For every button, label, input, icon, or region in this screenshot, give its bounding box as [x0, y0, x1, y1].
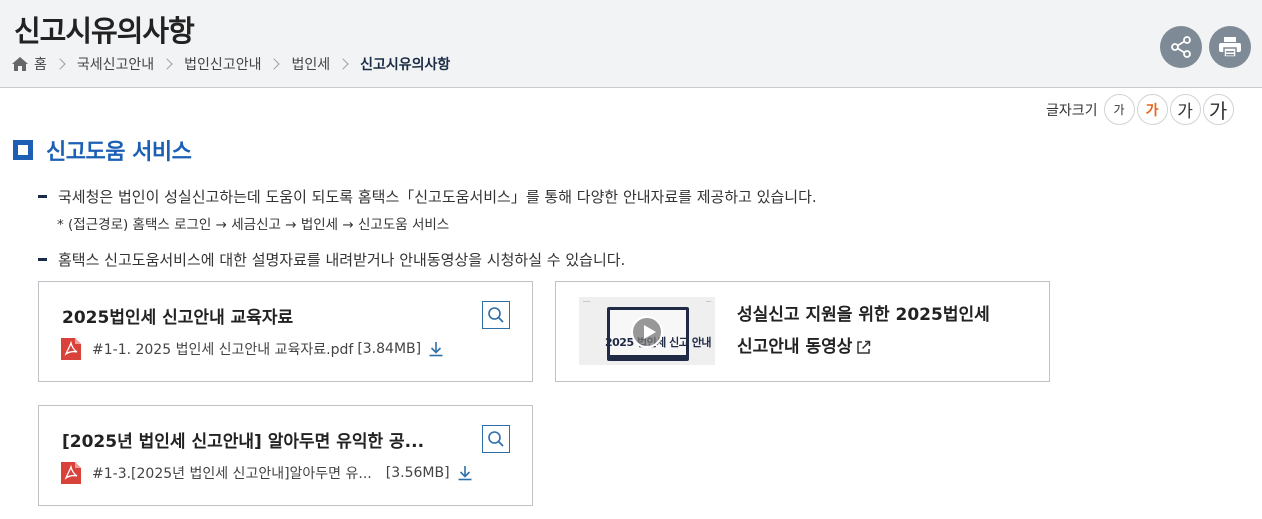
- chevron-right-icon: [161, 58, 173, 70]
- zoom-icon: [488, 307, 504, 323]
- list-item: 홈택스 신고도움서비스에 대한 설명자료를 내려받거나 안내동영상을 시청하실 …: [38, 249, 625, 270]
- breadcrumb-item[interactable]: 법인세: [291, 54, 330, 74]
- video-thumbnail[interactable]: ───── 2025 법인세 신고 안내: [579, 297, 715, 365]
- video-title-line1: 성실신고 지원을 위한 2025법인세: [737, 305, 990, 325]
- zoom-icon: [488, 431, 504, 447]
- thumbnail-header: ─── ──: [583, 299, 711, 304]
- share-icon: [1171, 36, 1191, 58]
- card-title: [2025년 법인세 신고안내] 알아두면 유익한 공...: [62, 432, 425, 452]
- preview-button[interactable]: [482, 425, 510, 453]
- font-size-label: 글자크기: [1046, 102, 1098, 119]
- preview-button[interactable]: [482, 301, 510, 329]
- list-item: 국세청은 법인이 성실신고하는데 도움이 되도록 홈택스「신고도움서비스」를 통…: [38, 186, 817, 207]
- download-icon[interactable]: [428, 341, 444, 357]
- bullet-dash: [38, 258, 47, 261]
- font-size-smallest-button[interactable]: 가: [1103, 94, 1135, 125]
- chevron-right-icon: [54, 58, 66, 70]
- print-icon: [1219, 37, 1241, 57]
- font-size-control: 글자크기 가 가 가 가: [1046, 94, 1234, 125]
- access-path-note: * (접근경로) 홈택스 로그인 → 세금신고 → 법인세 → 신고도움 서비스: [57, 217, 450, 233]
- play-icon[interactable]: [631, 316, 663, 348]
- video-title-link[interactable]: 성실신고 지원을 위한 2025법인세 신고안내 동영상: [737, 299, 990, 363]
- video-title-line2-wrap: 신고안내 동영상: [737, 331, 990, 363]
- breadcrumb-item[interactable]: 법인신고안내: [184, 54, 261, 74]
- breadcrumb-home[interactable]: 홈: [12, 54, 47, 74]
- card-title: 2025법인세 신고안내 교육자료: [62, 308, 294, 328]
- pdf-icon: [61, 338, 81, 360]
- breadcrumb: 홈 국세신고안내 법인신고안내 법인세 신고시유의사항: [12, 54, 450, 74]
- chevron-right-icon: [337, 58, 349, 70]
- file-row: #1-1. 2025 법인세 신고안내 교육자료.pdf [3.84MB]: [61, 338, 444, 360]
- font-size-default-button[interactable]: 가: [1136, 94, 1168, 125]
- file-size: [3.56MB]: [385, 465, 450, 481]
- external-link-icon[interactable]: [856, 340, 871, 355]
- share-button[interactable]: [1160, 26, 1202, 68]
- section-title: 신고도움 서비스: [46, 140, 192, 165]
- file-size: [3.84MB]: [357, 341, 422, 357]
- download-icon[interactable]: [457, 465, 473, 481]
- chevron-right-icon: [268, 58, 281, 70]
- font-size-largest-button[interactable]: 가: [1202, 94, 1234, 125]
- bullet-text: 국세청은 법인이 성실신고하는데 도움이 되도록 홈택스「신고도움서비스」를 통…: [58, 188, 817, 206]
- video-card: ───── 2025 법인세 신고 안내 성실신고 지원을 위한 2025법인세…: [555, 281, 1050, 382]
- breadcrumb-current: 신고시유의사항: [360, 57, 451, 73]
- bullet-text: 홈택스 신고도움서비스에 대한 설명자료를 내려받거나 안내동영상을 시청하실 …: [58, 251, 626, 269]
- page-title: 신고시유의사항: [14, 14, 195, 48]
- material-card: 2025법인세 신고안내 교육자료 #1-1. 2025 법인세 신고안내 교육…: [38, 281, 533, 382]
- breadcrumb-label: 홈: [34, 57, 47, 73]
- file-link[interactable]: #1-3.[2025년 법인세 신고안내]알아두면 유...: [92, 463, 372, 483]
- section-marker-icon: [13, 140, 33, 160]
- font-size-large-button[interactable]: 가: [1169, 94, 1201, 125]
- file-row: #1-3.[2025년 법인세 신고안내]알아두면 유... [3.56MB]: [61, 462, 473, 484]
- print-button[interactable]: [1209, 26, 1251, 68]
- video-title-line2: 신고안내 동영상: [737, 337, 853, 357]
- file-link[interactable]: #1-1. 2025 법인세 신고안내 교육자료.pdf: [92, 339, 353, 359]
- breadcrumb-item[interactable]: 국세신고안내: [77, 54, 154, 74]
- home-icon: [12, 57, 28, 71]
- bullet-dash: [38, 195, 47, 198]
- section-header: 신고도움 서비스: [13, 134, 192, 166]
- pdf-icon: [61, 462, 81, 484]
- material-card: [2025년 법인세 신고안내] 알아두면 유익한 공... #1-3.[202…: [38, 405, 533, 506]
